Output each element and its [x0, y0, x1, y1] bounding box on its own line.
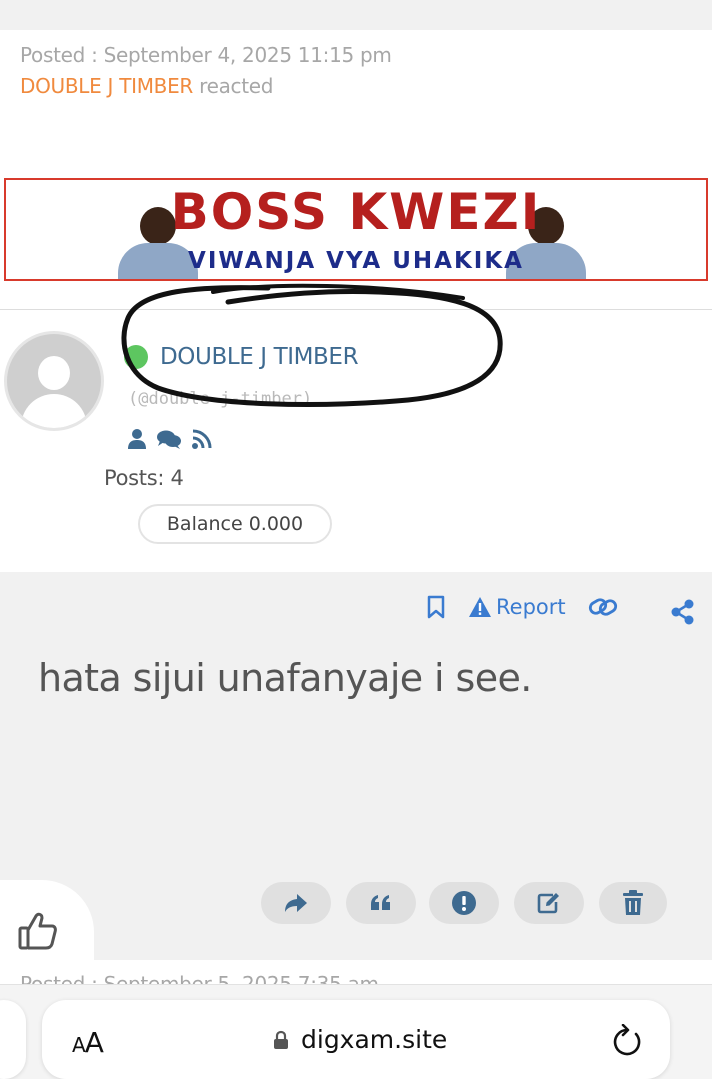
alert-icon: [452, 891, 476, 915]
reload-icon[interactable]: [612, 1023, 642, 1060]
author-handle: (@double-j-timber): [128, 389, 313, 409]
ad-banner[interactable]: BOSS KWEZI VIWANJA VYA UHAKIKA: [4, 178, 708, 281]
alert-button[interactable]: [429, 882, 499, 924]
link-icon[interactable]: [588, 596, 618, 618]
rss-feed-icon[interactable]: [191, 428, 213, 450]
post-body-text: hata sijui unafanyaje i see.: [38, 656, 532, 700]
url-text[interactable]: digxam.site: [301, 1025, 447, 1054]
posts-count: Posts: 4: [104, 466, 184, 490]
reaction-text: reacted: [193, 74, 274, 98]
edit-button[interactable]: [514, 882, 584, 924]
edit-icon: [537, 893, 559, 914]
lock-icon: [273, 1030, 289, 1054]
thumbs-up-icon: [18, 912, 57, 950]
warning-icon: [469, 597, 491, 617]
reply-icon: [285, 894, 307, 912]
report-label: Report: [496, 595, 566, 619]
divider: [0, 309, 712, 310]
avatar[interactable]: [4, 331, 104, 431]
delete-button[interactable]: [599, 882, 667, 924]
user-profile-icon[interactable]: [127, 428, 147, 450]
bookmark-icon[interactable]: [426, 595, 446, 619]
post-date: Posted : September 4, 2025 11:15 pm: [20, 43, 392, 67]
forum-activity-icon[interactable]: [156, 428, 182, 450]
banner-subtitle: VIWANJA VYA UHAKIKA: [188, 248, 524, 274]
post-actions: Report: [426, 590, 696, 625]
reaction-user-link[interactable]: DOUBLE J TIMBER: [20, 74, 193, 98]
top-strip: [0, 0, 712, 30]
reader-settings-button[interactable]: AA: [72, 1026, 104, 1059]
balance-badge: Balance 0.000: [138, 504, 332, 544]
reply-button[interactable]: [261, 882, 331, 924]
quote-button[interactable]: [346, 882, 416, 924]
delete-icon: [623, 890, 643, 915]
banner-title: BOSS KWEZI: [170, 183, 542, 241]
previous-tab[interactable]: [0, 1000, 26, 1079]
author-name-link[interactable]: DOUBLE J TIMBER: [160, 344, 359, 370]
online-status-icon: [124, 345, 148, 369]
author-icons: [127, 428, 213, 450]
quote-icon: [371, 895, 390, 910]
share-icon[interactable]: [670, 599, 696, 625]
reaction-line: DOUBLE J TIMBER reacted: [20, 74, 273, 98]
report-button[interactable]: Report: [468, 595, 566, 619]
